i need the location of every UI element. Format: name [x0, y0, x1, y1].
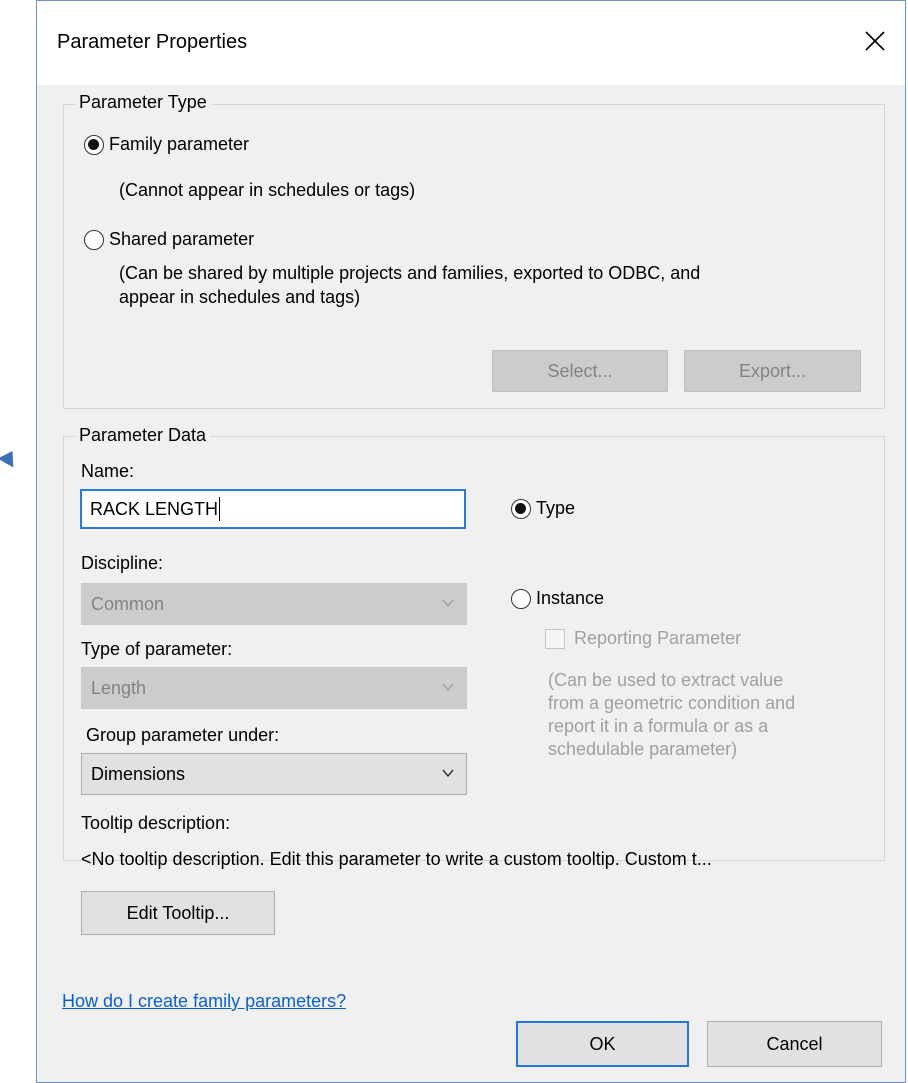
edit-tooltip-button[interactable]: Edit Tooltip...	[81, 891, 275, 935]
family-parameter-radio[interactable]	[84, 135, 104, 155]
reporting-parameter-checkbox[interactable]	[545, 629, 565, 649]
parameter-data-legend: Parameter Data	[75, 425, 211, 446]
shared-parameter-note-line2: appear in schedules and tags)	[119, 287, 361, 307]
reporting-parameter-note: (Can be used to extract value from a geo…	[548, 669, 795, 761]
name-label: Name:	[81, 461, 135, 481]
parameter-properties-dialog: Parameter Properties Parameter Type Fami…	[36, 0, 906, 1083]
discipline-dropdown[interactable]: Common	[81, 583, 467, 625]
group-parameter-dropdown[interactable]: Dimensions	[81, 753, 467, 795]
export-button[interactable]: Export...	[684, 350, 861, 392]
ok-button[interactable]: OK	[516, 1021, 689, 1067]
title-bar: Parameter Properties	[37, 1, 905, 85]
family-parameter-note: (Cannot appear in schedules or tags)	[119, 180, 416, 200]
parameter-type-legend: Parameter Type	[75, 92, 211, 113]
reporting-note-line: from a geometric condition and	[548, 693, 796, 713]
reporting-parameter-label: Reporting Parameter	[574, 628, 742, 648]
select-button[interactable]: Select...	[492, 350, 668, 392]
type-radio[interactable]	[511, 499, 531, 519]
name-input[interactable]: RACK LENGTH	[80, 489, 466, 529]
shared-parameter-note-line1: (Can be shared by multiple projects and …	[119, 263, 701, 283]
instance-radio[interactable]	[511, 589, 531, 609]
chevron-down-icon	[442, 683, 454, 692]
text-caret	[219, 497, 221, 521]
type-of-parameter-label: Type of parameter:	[81, 639, 233, 659]
pointer-arrow-icon	[0, 446, 21, 468]
type-of-parameter-dropdown[interactable]: Length	[81, 667, 467, 709]
shared-parameter-label: Shared parameter	[109, 229, 255, 249]
tooltip-description-label: Tooltip description:	[81, 813, 231, 833]
group-parameter-label: Group parameter under:	[86, 725, 280, 745]
close-icon[interactable]	[857, 23, 893, 59]
discipline-label: Discipline:	[81, 553, 164, 573]
chevron-down-icon	[442, 599, 454, 608]
dialog-title: Parameter Properties	[57, 31, 248, 53]
type-of-parameter-value: Length	[91, 677, 147, 698]
chevron-down-icon	[442, 769, 454, 778]
discipline-value: Common	[91, 593, 165, 614]
name-input-value: RACK LENGTH	[90, 498, 219, 519]
type-radio-label: Type	[536, 498, 576, 518]
tooltip-description-text: <No tooltip description. Edit this param…	[81, 849, 712, 869]
reporting-note-line: schedulable parameter)	[548, 739, 738, 759]
instance-radio-label: Instance	[536, 588, 605, 608]
cancel-button[interactable]: Cancel	[707, 1021, 882, 1067]
reporting-note-line: (Can be used to extract value	[548, 670, 784, 690]
shared-parameter-radio[interactable]	[84, 230, 104, 250]
group-parameter-value: Dimensions	[91, 763, 186, 784]
reporting-note-line: report it in a formula or as a	[548, 716, 769, 736]
help-link[interactable]: How do I create family parameters?	[62, 991, 346, 1012]
family-parameter-label: Family parameter	[109, 134, 250, 154]
